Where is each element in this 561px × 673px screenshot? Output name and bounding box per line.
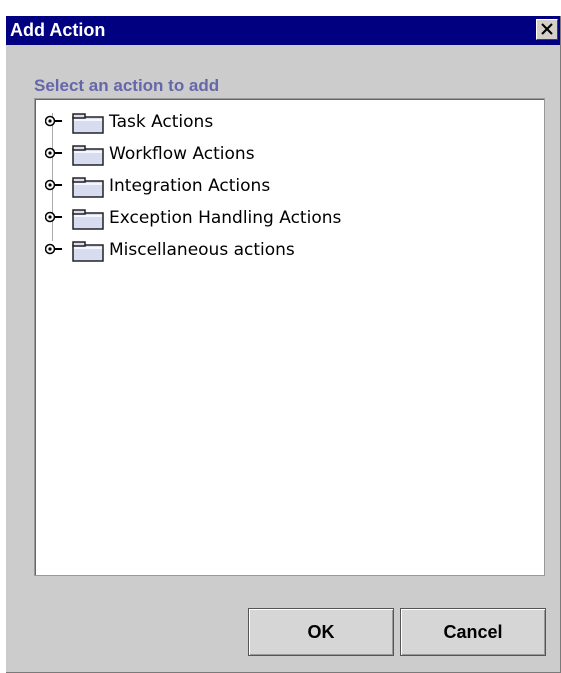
- background-top: [0, 0, 561, 16]
- folder-icon: [72, 177, 104, 198]
- tree-node-label: Miscellaneous actions: [109, 240, 295, 260]
- action-tree[interactable]: Task Actions Workflow Actions Integratio…: [34, 98, 545, 576]
- tree-node-label: Integration Actions: [109, 176, 271, 196]
- tree-node-label: Exception Handling Actions: [109, 208, 342, 228]
- expand-toggle-icon[interactable]: [45, 146, 63, 160]
- section-label: Select an action to add: [34, 76, 220, 95]
- tree-node-integration-actions[interactable]: Integration Actions: [35, 173, 515, 199]
- close-button[interactable]: [536, 19, 558, 40]
- tree-node-task-actions[interactable]: Task Actions: [35, 109, 515, 135]
- folder-icon: [72, 145, 104, 166]
- tree-node-label: Workflow Actions: [109, 144, 255, 164]
- dialog-title: Add Action: [10, 20, 106, 40]
- tree-node-workflow-actions[interactable]: Workflow Actions: [35, 141, 515, 167]
- folder-icon: [72, 113, 104, 134]
- expand-toggle-icon[interactable]: [45, 178, 63, 192]
- expand-toggle-icon[interactable]: [45, 114, 63, 128]
- close-icon: [541, 23, 553, 35]
- expand-toggle-icon[interactable]: [45, 210, 63, 224]
- folder-icon: [72, 241, 104, 262]
- ok-button[interactable]: OK: [248, 608, 394, 656]
- tree-node-label: Task Actions: [109, 112, 214, 132]
- title-bar[interactable]: Add Action: [6, 16, 560, 45]
- tree-node-exception-handling-actions[interactable]: Exception Handling Actions: [35, 205, 515, 231]
- tree-node-miscellaneous-actions[interactable]: Miscellaneous actions: [35, 237, 515, 263]
- cancel-button[interactable]: Cancel: [400, 608, 546, 656]
- expand-toggle-icon[interactable]: [45, 242, 63, 256]
- folder-icon: [72, 209, 104, 230]
